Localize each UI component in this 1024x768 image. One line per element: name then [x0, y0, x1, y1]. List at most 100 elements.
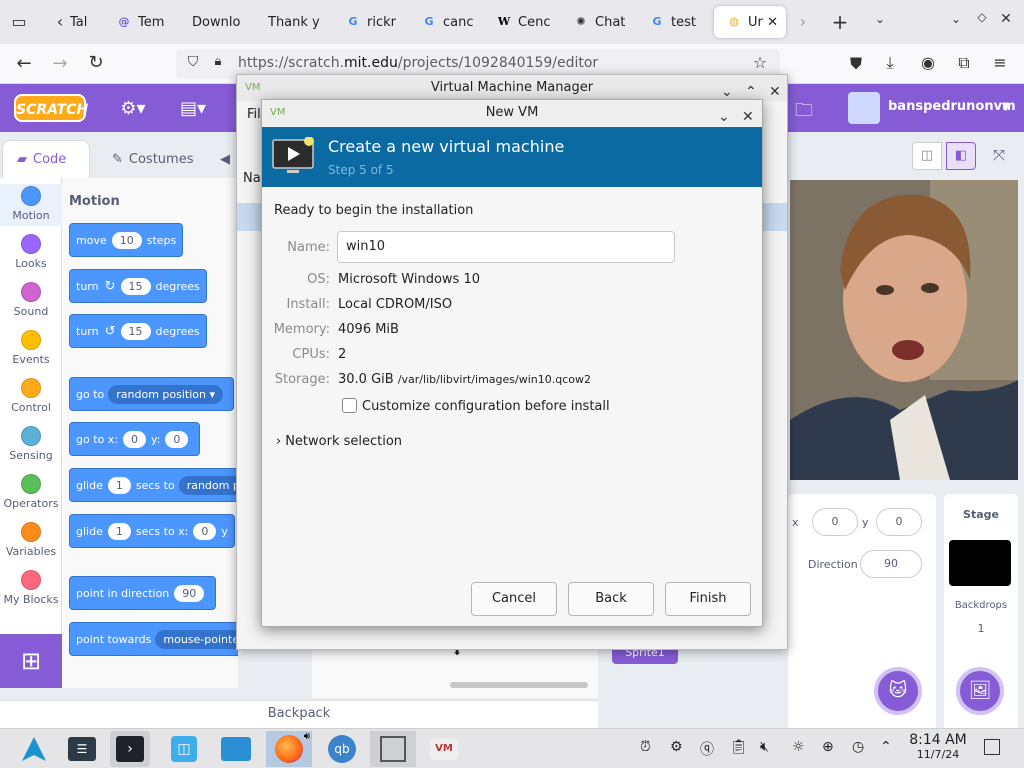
browser-tab[interactable]: W Cenc: [496, 6, 552, 38]
category-motion[interactable]: Motion: [0, 184, 62, 226]
block-input[interactable]: 0: [122, 430, 146, 448]
clock[interactable]: 8:14 AM 11/7/24: [904, 732, 972, 761]
browser-tab[interactable]: Gcanc: [421, 6, 477, 38]
app-launcher[interactable]: [14, 731, 54, 767]
chevron-down-icon[interactable]: ▼: [998, 100, 1014, 113]
brightness-icon[interactable]: ☼: [792, 739, 805, 755]
account-icon[interactable]: ◉: [918, 53, 938, 72]
finish-button[interactable]: Finish: [665, 582, 751, 616]
forward-arrow-icon[interactable]: →: [50, 53, 70, 74]
stage-thumbnail[interactable]: [949, 540, 1011, 586]
back-arrow-icon[interactable]: ←: [14, 53, 34, 74]
category-my-blocks[interactable]: My Blocks: [0, 570, 62, 606]
volume-muted-icon[interactable]: 🔇︎: [760, 739, 769, 755]
block-input[interactable]: 90: [174, 584, 205, 602]
network-tray-icon[interactable]: ⚙︎: [670, 739, 683, 755]
tab-code[interactable]: ▰ Code: [2, 140, 90, 178]
category-control[interactable]: Control: [0, 378, 62, 414]
close-window-icon[interactable]: ✕: [996, 11, 1016, 27]
taskbar-virt-manager[interactable]: VM: [424, 731, 464, 767]
category-looks[interactable]: Looks: [0, 234, 62, 270]
my-stuff-folder-icon[interactable]: 🗀︎: [790, 98, 818, 128]
clock-tray-icon[interactable]: ◷: [852, 739, 864, 755]
block-glide-to[interactable]: glide 1 secs to random p: [69, 468, 238, 502]
extensions-icon[interactable]: ⧉: [954, 53, 974, 73]
customize-label[interactable]: Customize configuration before install: [362, 399, 610, 414]
block-input[interactable]: 15: [120, 277, 151, 295]
taskbar-settings[interactable]: ☰: [62, 731, 102, 767]
backpack[interactable]: Backpack: [0, 700, 598, 728]
tab-scroll-right-icon[interactable]: ›: [796, 12, 810, 31]
small-stage-icon[interactable]: ◫: [912, 142, 942, 170]
category-sensing[interactable]: Sensing: [0, 426, 62, 462]
close-tab-icon[interactable]: ✕: [767, 15, 778, 30]
fullscreen-icon[interactable]: ⤧: [986, 142, 1012, 170]
shield-icon[interactable]: ⛉: [184, 54, 202, 70]
browser-tab[interactable]: Thank y: [268, 6, 324, 38]
browser-tab[interactable]: ✺ Chat: [573, 6, 629, 38]
block-input[interactable]: 1: [107, 476, 131, 494]
show-desktop-icon[interactable]: [984, 739, 1000, 755]
block-glide-to-xy[interactable]: glide 1 secs to x: 0 y: [69, 514, 235, 548]
block-go-to[interactable]: go to random position ▾: [69, 377, 235, 411]
taskbar-files[interactable]: [216, 731, 256, 767]
x-input[interactable]: 0: [812, 508, 858, 536]
browser-tab[interactable]: Gtest: [649, 6, 705, 38]
block-point-towards[interactable]: point towards mouse-pointer: [69, 622, 238, 656]
clipboard-icon[interactable]: 📋︎: [730, 739, 748, 755]
browser-tab[interactable]: Downlo: [192, 6, 250, 38]
maximize-window-icon[interactable]: ◇: [972, 10, 992, 24]
y-input[interactable]: 0: [876, 508, 922, 536]
block-input[interactable]: 1: [107, 522, 131, 540]
wifi-globe-icon[interactable]: ⊕: [822, 739, 834, 755]
tab-scroll-left-icon[interactable]: ‹: [52, 12, 68, 31]
block-move-steps[interactable]: move 10 steps: [69, 223, 184, 257]
bookmark-star-icon[interactable]: ☆: [750, 53, 770, 72]
browser-tab-active[interactable]: ◍ Ur ✕: [714, 6, 786, 38]
taskbar-terminal[interactable]: ›: [110, 731, 150, 767]
back-button[interactable]: Back: [568, 582, 654, 616]
block-turn-left[interactable]: turn ↺ 15 degrees: [69, 314, 207, 348]
avatar[interactable]: [848, 92, 880, 124]
network-selection-expander[interactable]: › Network selection: [276, 434, 402, 449]
taskbar-store[interactable]: ◫: [164, 731, 204, 767]
browser-tab[interactable]: Grickr: [345, 6, 401, 38]
browser-tab[interactable]: @ Tem: [116, 6, 174, 38]
pocket-icon[interactable]: ⛊: [846, 54, 866, 74]
add-extension-button[interactable]: ⊞: [0, 634, 62, 688]
downloads-icon[interactable]: ⤓: [880, 53, 900, 73]
minimize-window-icon[interactable]: ⌄: [946, 12, 966, 26]
vmm-titlebar[interactable]: VM Virtual Machine Manager ⌄ ⌃ ✕: [237, 75, 787, 101]
block-input[interactable]: 0: [165, 430, 189, 448]
taskbar-qbittorrent[interactable]: qb: [322, 731, 362, 767]
choose-sprite-button[interactable]: 🐱︎: [874, 667, 922, 715]
normal-stage-icon[interactable]: ◧: [946, 142, 976, 170]
vmm-name-column-header[interactable]: Na: [243, 171, 261, 186]
taskbar-firefox[interactable]: 🔊︎: [266, 731, 312, 767]
block-dropdown[interactable]: mouse-pointer: [155, 629, 238, 649]
block-turn-right[interactable]: turn ↻ 15 degrees: [69, 269, 207, 303]
block-dropdown[interactable]: random position ▾: [108, 384, 224, 404]
reload-icon[interactable]: ↻: [86, 52, 106, 73]
chevron-up-icon[interactable]: ⌃: [880, 739, 892, 755]
firefox-view-icon[interactable]: ▭: [8, 12, 30, 31]
close-icon[interactable]: ✕: [769, 79, 781, 105]
vm-name-input[interactable]: win10: [337, 231, 675, 263]
scratch-logo[interactable]: SCRATCH: [14, 94, 88, 122]
settings-gear-icon[interactable]: ⚙▾: [116, 98, 150, 119]
block-input[interactable]: 10: [111, 231, 142, 249]
list-all-tabs-icon[interactable]: ⌄: [870, 12, 890, 26]
taskbar-screenshot[interactable]: [370, 731, 416, 767]
stage-canvas[interactable]: [790, 180, 1018, 480]
category-variables[interactable]: Variables: [0, 522, 62, 558]
tab-costumes[interactable]: ✎ Costumes: [98, 140, 208, 178]
notifications-icon[interactable]: ⏰︎: [640, 739, 651, 755]
direction-input[interactable]: 90: [860, 550, 922, 578]
file-menu-icon[interactable]: ▤▾: [176, 98, 210, 119]
browser-tab[interactable]: Tal: [70, 6, 110, 38]
new-vm-titlebar[interactable]: VM New VM ⌄ ✕: [262, 100, 762, 126]
qbittorrent-tray-icon[interactable]: ⓠ: [700, 739, 714, 759]
block-input[interactable]: 0: [193, 522, 217, 540]
new-tab-icon[interactable]: +: [830, 10, 850, 34]
category-operators[interactable]: Operators: [0, 474, 62, 510]
